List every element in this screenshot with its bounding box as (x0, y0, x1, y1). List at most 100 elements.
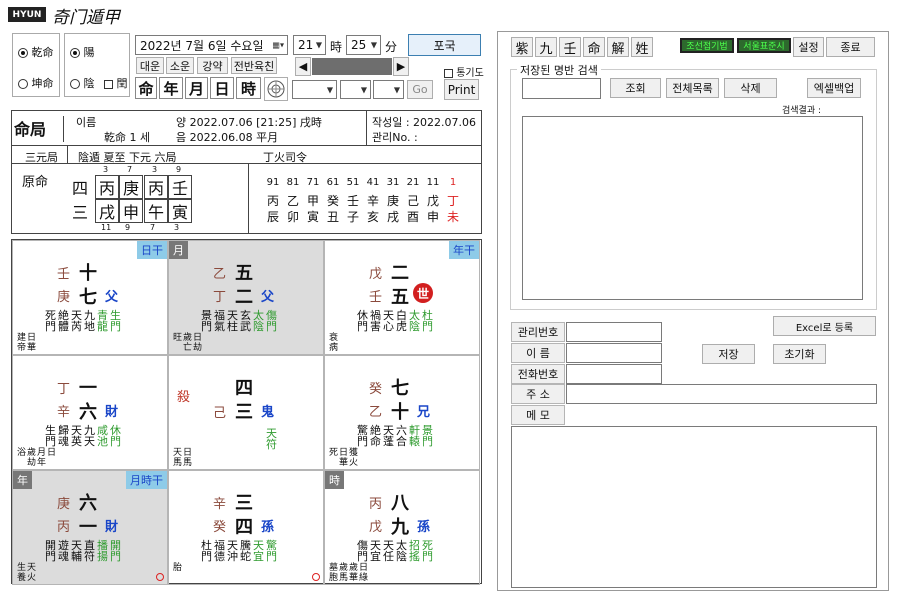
tonggi-checkbox[interactable]: 통기도 (444, 64, 484, 79)
luck-age: 81 (286, 177, 300, 188)
palace-bottom-char: 綠 (358, 573, 368, 583)
scroll-left-button[interactable]: ◀ (295, 57, 311, 76)
palace-relation: 財 (105, 520, 119, 535)
save-button[interactable]: 저장 (702, 344, 755, 364)
hour-select[interactable]: 21 ▼ (293, 35, 326, 55)
scroll-right-button[interactable]: ▶ (393, 57, 409, 76)
palace-attr-char: 門 (110, 320, 121, 333)
palace-attr-char: 地 (84, 320, 95, 333)
palace-number-bottom: 四 (235, 517, 253, 538)
delete-button[interactable]: 삭제 (724, 78, 777, 98)
manage-no-input[interactable] (566, 322, 662, 342)
field-label-manage: 관리번호 (511, 322, 565, 342)
palace-attr-char: 陰 (396, 550, 407, 563)
palace-attr-char: 龍 (97, 320, 108, 333)
address-input[interactable] (566, 384, 877, 404)
select-1[interactable]: ▼ (292, 80, 337, 99)
palace-stem-bottom: 己 (213, 406, 227, 421)
date-picker[interactable]: 2022년 7월 6일 수요일 ▦▾ (135, 35, 288, 55)
palace-cell[interactable]: 殺己四三鬼天符天馬日馬 (168, 355, 324, 470)
radio-yin[interactable]: 陰 (70, 75, 95, 91)
module-tab[interactable]: 九 (535, 37, 557, 57)
palace-cell[interactable]: 年干戊壬二五世休門禍害天心白虎太陰杜門衰病 (324, 240, 480, 355)
sowoon-button[interactable]: 소운 (166, 57, 194, 74)
joseon-button[interactable]: 조선접기법 (680, 38, 734, 53)
select-2[interactable]: ▼ (340, 80, 371, 99)
luck-branch: 子 (346, 210, 359, 224)
result-list[interactable] (522, 116, 863, 300)
palace-cell[interactable]: 時丙戊八九孫傷門天宜天任太陰招搖死門墓胞歲馬歲華日綠 (324, 470, 480, 585)
palace-attr-char: 轅 (409, 435, 420, 448)
leap-checkbox[interactable]: 閏 (104, 75, 128, 91)
palace-cell[interactable]: 日干壬庚十七父死門絶體天芮九地青龍生門建帝日華 (12, 240, 168, 355)
pokuk-button[interactable]: 포국 (408, 34, 481, 56)
jeonban-button[interactable]: 전반육친 (231, 57, 277, 74)
palace-stem-top: 丁 (57, 382, 71, 397)
pillar-top: 壬 (168, 175, 192, 199)
myeong-button[interactable]: 命 (135, 77, 157, 99)
palace-cell[interactable]: 辛癸三四孫杜門福德天沖騰蛇天宜驚門胎 (168, 470, 324, 585)
gangyak-button[interactable]: 강약 (197, 57, 228, 74)
exit-button[interactable]: 종료 (826, 37, 875, 57)
luck-branch: 未 (446, 210, 459, 224)
palace-bottom-char: 年 (36, 458, 46, 468)
select-3[interactable]: ▼ (373, 80, 404, 99)
palace-stem-bottom: 乙 (369, 405, 383, 420)
palace-attr-char: 門 (45, 435, 56, 448)
wol-button[interactable]: 月 (185, 77, 208, 99)
excel-backup-button[interactable]: 엑셀백업 (807, 78, 861, 98)
birth-line-1: 양 2022.07.06 [21:25] 戌時 (176, 116, 322, 129)
ju-label: 陰遁 夏至 下元 六局 (78, 151, 177, 164)
seoul-time-button[interactable]: 서울표준시 (737, 38, 791, 53)
module-tab[interactable]: 紫 (511, 37, 533, 57)
radio-male[interactable]: 乾命 (18, 44, 54, 60)
header-vline (366, 111, 367, 145)
daewoon-button[interactable]: 대운 (136, 57, 164, 74)
print-button[interactable]: Print (444, 79, 479, 100)
module-tab[interactable]: 解 (607, 37, 629, 57)
palace-bottom-char: 天 (26, 563, 36, 573)
all-list-button[interactable]: 전체목록 (666, 78, 719, 98)
palace-attr-char: 蛇 (240, 550, 251, 563)
palace-attr-char: 符 (266, 438, 277, 451)
luck-stem: 戊 (426, 194, 439, 208)
minute-select[interactable]: 25 ▼ (346, 35, 381, 55)
memo-input[interactable] (511, 426, 877, 588)
module-tab[interactable]: 姓 (631, 37, 653, 57)
nyeon-button[interactable]: 年 (159, 77, 183, 99)
luck-stem: 庚 (386, 194, 399, 208)
progress-slider[interactable] (312, 58, 392, 75)
palace-bottom-char: 日 (182, 448, 192, 458)
il-button[interactable]: 日 (210, 77, 234, 99)
palace-stem-top: 癸 (369, 382, 383, 397)
name-input[interactable] (566, 343, 662, 363)
module-tab[interactable]: 壬 (559, 37, 581, 57)
palace-attr-char: 宜 (253, 550, 264, 563)
luck-age: 41 (366, 177, 380, 188)
palace-cell[interactable]: 癸乙七十兄驚門絶命天蓬六合軒轅景門死日華獲火 (324, 355, 480, 470)
palace-relation: 孫 (261, 520, 275, 535)
palace-cell[interactable]: 月乙丁五二父景門福氣天柱玄武太陰傷門旺歲亡日劫 (168, 240, 324, 355)
module-tab[interactable]: 命 (583, 37, 605, 57)
tonggi-label: 통기도 (456, 68, 484, 79)
reset-button[interactable]: 초기화 (773, 344, 826, 364)
search-input[interactable] (522, 78, 601, 99)
palace-bottom-char: 火 (348, 458, 358, 468)
palace-cell[interactable]: 年月時干庚丙六一財開門遊魂天輔直符播揚開門生養天火 (12, 470, 168, 585)
query-button[interactable]: 조회 (610, 78, 661, 98)
luck-stem: 壬 (346, 194, 359, 208)
settings-button[interactable]: 설정 (793, 37, 824, 57)
phone-input[interactable] (566, 364, 662, 384)
radio-female[interactable]: 坤命 (18, 75, 54, 91)
palace-attr-char: 門 (357, 320, 368, 333)
red-circle-icon (312, 573, 320, 581)
palace-bottom-char: 劫 (192, 343, 202, 353)
radio-yang[interactable]: 陽 (70, 44, 95, 60)
radio-yang-label: 陽 (83, 46, 95, 59)
palace-number-top: 十 (79, 263, 97, 284)
compass-button[interactable] (264, 77, 288, 101)
si-button[interactable]: 時 (236, 77, 261, 99)
excel-register-button[interactable]: Excel로 등록 (773, 316, 876, 336)
palace-cell[interactable]: 丁辛一六財生門歸魂天英九天咸池休門浴歲劫月年日 (12, 355, 168, 470)
go-button[interactable]: Go (407, 80, 433, 99)
